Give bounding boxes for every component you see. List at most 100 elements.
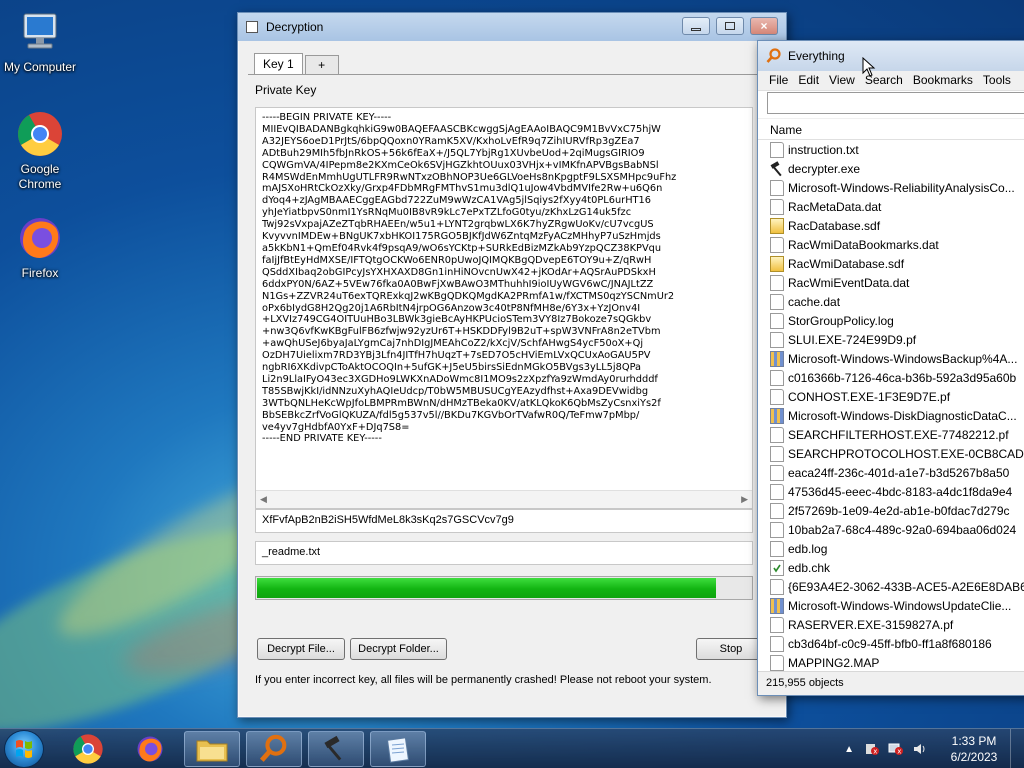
file-row[interactable]: MAPPING2.MAP [758, 653, 1024, 672]
computer-icon [16, 8, 64, 56]
key-id-field[interactable]: XfFvfApB2nB2iSH5WfdMeL8k3sKq2s7GSCVcv7g9 [255, 509, 753, 533]
taskbar-everything[interactable] [246, 731, 302, 767]
menu-file[interactable]: File [764, 71, 793, 90]
show-hidden-icons-icon[interactable]: ▲ [844, 744, 854, 755]
text-file-icon [770, 483, 784, 500]
network-alert-icon[interactable]: x [888, 742, 904, 756]
desktop-icon-chrome[interactable]: Google Chrome [0, 110, 80, 192]
decrypt-folder-button[interactable]: Decrypt Folder... [350, 638, 447, 660]
private-key-text[interactable]: -----BEGIN PRIVATE KEY----- MIIEvQIBADAN… [262, 112, 748, 482]
maximize-button[interactable] [716, 17, 744, 35]
scroll-right-icon[interactable]: ▶ [741, 494, 748, 505]
readme-field[interactable]: _readme.txt [255, 541, 753, 565]
text-file-icon [770, 540, 784, 557]
close-button[interactable]: × [750, 17, 778, 35]
hammer-icon [770, 160, 784, 177]
file-row[interactable]: {6E93A4E2-3062-433B-ACE5-A2E6E8DAB6... [758, 577, 1024, 596]
taskbar-decrypter[interactable] [308, 731, 364, 767]
file-row[interactable]: SLUI.EXE-724E99D9.pf [758, 330, 1024, 349]
clock-time: 1:33 PM [951, 734, 997, 748]
everything-titlebar[interactable]: Everything [758, 41, 1024, 77]
file-row[interactable]: SEARCHPROTOCOLHOST.EXE-0CB8CADE... [758, 444, 1024, 463]
menu-tools[interactable]: Tools [978, 71, 1016, 90]
tab-key-1[interactable]: Key 1 [254, 53, 303, 75]
firefox-icon [137, 736, 163, 762]
desktop-icon-firefox[interactable]: Firefox [0, 214, 80, 281]
notepad-icon [386, 737, 410, 763]
file-name: instruction.txt [788, 142, 859, 157]
desktop-icon-my-computer[interactable]: My Computer [0, 8, 80, 75]
svg-text:x: x [873, 748, 877, 756]
folder-icon [196, 740, 228, 762]
add-tab-button[interactable]: + [304, 55, 339, 75]
file-row[interactable]: StorGroupPolicy.log [758, 311, 1024, 330]
file-row[interactable]: cb3d64bf-c0c9-45ff-bfb0-ff1a8f680186 [758, 634, 1024, 653]
file-row[interactable]: edb.log [758, 539, 1024, 558]
menu-view[interactable]: View [824, 71, 860, 90]
file-row[interactable]: instruction.txt [758, 140, 1024, 159]
text-file-icon [770, 274, 784, 291]
file-row[interactable]: 10bab2a7-68c4-489c-92a0-694baa06d024 [758, 520, 1024, 539]
text-file-icon [770, 616, 784, 633]
file-row[interactable]: Microsoft-Windows-ReliabilityAnalysisCo.… [758, 178, 1024, 197]
file-row[interactable]: RacDatabase.sdf [758, 216, 1024, 235]
file-name: RacWmiDataBookmarks.dat [788, 237, 939, 252]
file-name: edb.chk [788, 560, 831, 575]
file-row[interactable]: cache.dat [758, 292, 1024, 311]
file-row[interactable]: RacWmiDatabase.sdf [758, 254, 1024, 273]
text-file-icon [770, 331, 784, 348]
close-icon: × [760, 19, 768, 33]
file-row[interactable]: SEARCHFILTERHOST.EXE-77482212.pf [758, 425, 1024, 444]
stop-button[interactable]: Stop [696, 638, 766, 660]
text-file-icon [770, 654, 784, 671]
text-file-icon [770, 236, 784, 253]
taskbar-firefox[interactable] [122, 731, 178, 767]
database-icon [770, 255, 784, 272]
file-name: decrypter.exe [788, 161, 861, 176]
show-desktop-button[interactable] [1010, 729, 1024, 768]
menu-bookmarks[interactable]: Bookmarks [908, 71, 978, 90]
minimize-button[interactable] [682, 17, 710, 35]
file-row[interactable]: Microsoft-Windows-DiskDiagnosticDataC... [758, 406, 1024, 425]
menu-edit[interactable]: Edit [793, 71, 824, 90]
file-row[interactable]: eaca24ff-236c-401d-a1e7-b3d5267b8a50 [758, 463, 1024, 482]
column-header-name[interactable]: Name [758, 118, 1024, 140]
file-row[interactable]: 2f57269b-1e09-4e2d-ab1e-b0fdac7d279c [758, 501, 1024, 520]
file-name: cache.dat [788, 294, 841, 309]
taskbar-notepad[interactable] [370, 731, 426, 767]
search-input[interactable] [767, 92, 1024, 114]
file-row[interactable]: Microsoft-Windows-WindowsUpdateClie... [758, 596, 1024, 615]
file-row[interactable]: c016366b-7126-46ca-b36b-592a3d95a60b [758, 368, 1024, 387]
desktop-icon-label: My Computer [3, 60, 77, 74]
taskbar-explorer[interactable] [184, 731, 240, 767]
file-row[interactable]: RacWmiEventData.dat [758, 273, 1024, 292]
file-row[interactable]: Microsoft-Windows-WindowsBackup%4A... [758, 349, 1024, 368]
file-row[interactable]: 47536d45-eeec-4bdc-8183-a4dc1f8da9e4 [758, 482, 1024, 501]
taskbar-chrome[interactable] [60, 731, 116, 767]
scroll-left-icon[interactable]: ◀ [260, 494, 267, 505]
text-file-icon [770, 179, 784, 196]
private-key-textarea[interactable]: -----BEGIN PRIVATE KEY----- MIIEvQIBADAN… [255, 107, 753, 509]
decrypt-file-button[interactable]: Decrypt File... [257, 638, 345, 660]
file-row[interactable]: decrypter.exe [758, 159, 1024, 178]
file-name: RacDatabase.sdf [788, 218, 881, 233]
horizontal-scrollbar[interactable]: ◀ ▶ [256, 490, 752, 508]
start-button[interactable] [4, 730, 44, 768]
volume-icon[interactable] [912, 742, 928, 756]
file-name: 2f57269b-1e09-4e2d-ab1e-b0fdac7d279c [788, 503, 1010, 518]
file-row[interactable]: edb.chk [758, 558, 1024, 577]
package-icon [770, 350, 784, 367]
file-row[interactable]: RacWmiDataBookmarks.dat [758, 235, 1024, 254]
decryption-window: Decryption × Key 1 + Private Key -----BE… [237, 12, 787, 718]
text-file-icon [770, 293, 784, 310]
action-center-alert-icon[interactable]: x [864, 742, 880, 756]
window-title: Decryption [266, 20, 324, 34]
file-row[interactable]: RacMetaData.dat [758, 197, 1024, 216]
checked-file-icon [770, 559, 784, 576]
file-row[interactable]: RASERVER.EXE-3159827A.pf [758, 615, 1024, 634]
mouse-cursor-icon [862, 56, 876, 80]
desktop-icon-label: Google Chrome [18, 162, 62, 191]
file-row[interactable]: CONHOST.EXE-1F3E9D7E.pf [758, 387, 1024, 406]
clock[interactable]: 1:33 PM 6/2/2023 [938, 733, 1010, 765]
file-name: RacWmiDatabase.sdf [788, 256, 905, 271]
